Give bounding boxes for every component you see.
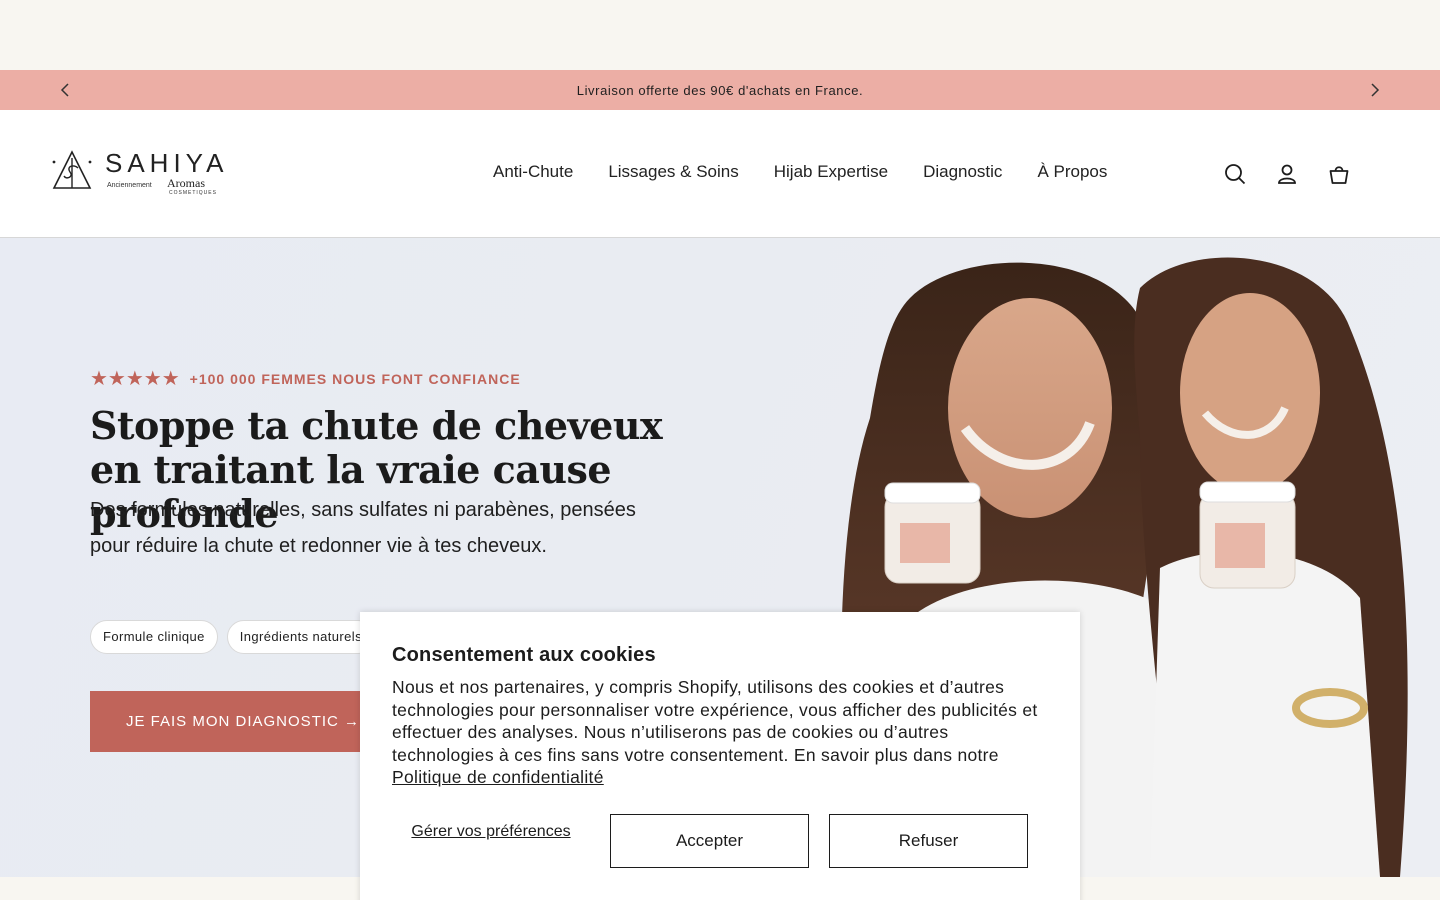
logo-emblem-icon xyxy=(52,150,92,189)
top-strip xyxy=(0,0,1440,70)
cookie-body: Nous et nos partenaires, y compris Shopi… xyxy=(392,676,1048,789)
feature-pills: Formule clinique Ingrédients naturels xyxy=(90,620,375,654)
rating-text: +100 000 FEMMES NOUS FONT CONFIANCE xyxy=(189,370,521,387)
logo[interactable]: SAHIYA Anciennement Aromas COSMETIQUES xyxy=(52,148,223,198)
cookie-body-text: Nous et nos partenaires, y compris Shopi… xyxy=(392,677,1038,765)
nav-item-anti-chute[interactable]: Anti-Chute xyxy=(493,162,573,182)
diagnostic-cta-button[interactable]: JE FAIS MON DIAGNOSTIC → xyxy=(90,691,380,752)
privacy-policy-link[interactable]: Politique de confidentialité xyxy=(392,767,604,787)
hero-subtitle: Des formules naturelles, sans sulfates n… xyxy=(90,499,636,557)
logo-wordmark: SAHIYA xyxy=(105,148,229,178)
manage-preferences-button[interactable]: Gérer vos préférences xyxy=(392,822,590,841)
star-rating-icon: ★★★★★ xyxy=(90,368,180,390)
cookie-consent-dialog: Consentement aux cookies Nous et nos par… xyxy=(360,612,1080,900)
site-header: SAHIYA Anciennement Aromas COSMETIQUES A… xyxy=(0,110,1440,238)
pill-ingredients-naturels: Ingrédients naturels xyxy=(226,620,375,654)
announcement-bar: Livraison offerte des 90€ d'achats en Fr… xyxy=(0,70,1440,110)
nav-item-lissages-soins[interactable]: Lissages & Soins xyxy=(608,162,738,182)
account-icon[interactable] xyxy=(1275,162,1299,186)
announcement-text: Livraison offerte des 90€ d'achats en Fr… xyxy=(576,82,864,98)
cart-icon[interactable] xyxy=(1327,162,1351,186)
pill-formule-clinique: Formule clinique xyxy=(90,620,218,654)
nav-item-hijab-expertise[interactable]: Hijab Expertise xyxy=(774,162,888,182)
refuse-cookies-button[interactable]: Refuser xyxy=(829,814,1028,868)
logo-former-brand-sub: COSMETIQUES xyxy=(169,190,217,196)
logo-former-brand: Aromas xyxy=(167,176,205,190)
nav-item-diagnostic[interactable]: Diagnostic xyxy=(923,162,1002,182)
logo-subline: Anciennement xyxy=(107,182,152,189)
cookie-title: Consentement aux cookies xyxy=(392,644,656,666)
main-nav: Anti-Chute Lissages & Soins Hijab Expert… xyxy=(493,162,1107,182)
chevron-right-icon[interactable] xyxy=(1365,80,1385,100)
cookie-actions: Gérer vos préférences Accepter Refuser xyxy=(392,814,1048,868)
search-icon[interactable] xyxy=(1223,162,1247,186)
accept-cookies-button[interactable]: Accepter xyxy=(610,814,809,868)
rating: ★★★★★ +100 000 FEMMES NOUS FONT CONFIANC… xyxy=(90,366,521,391)
nav-item-a-propos[interactable]: À Propos xyxy=(1037,162,1107,182)
chevron-left-icon[interactable] xyxy=(55,80,75,100)
